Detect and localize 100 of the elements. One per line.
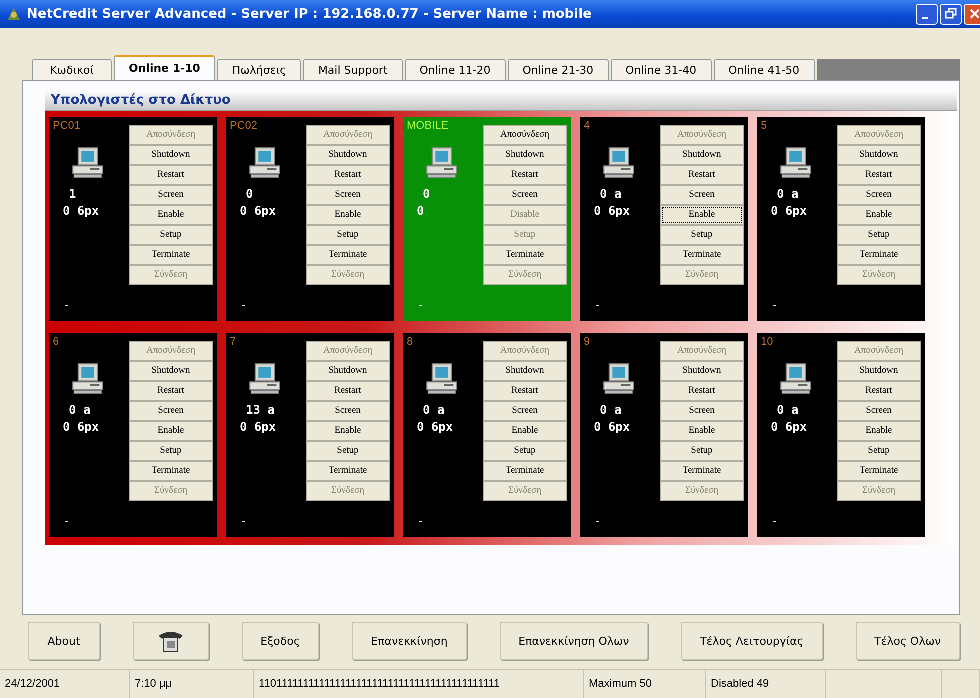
command-button[interactable]: Terminate — [483, 461, 567, 481]
usage-text: 0 6px — [770, 419, 808, 436]
command-button[interactable]: Screen — [483, 401, 567, 421]
tab[interactable]: Online 21-30 — [508, 59, 609, 80]
group-title: Υπολογιστές στο Δίκτυο — [45, 91, 957, 111]
tab[interactable]: Κωδικοί — [32, 59, 112, 80]
tab[interactable]: Πωλήσεις — [217, 59, 302, 80]
command-button[interactable]: Screen — [837, 401, 921, 421]
command-button[interactable]: Restart — [483, 381, 567, 401]
tab[interactable]: Mail Support — [303, 59, 403, 80]
command-button[interactable]: Setup — [129, 225, 213, 245]
command-button[interactable]: Setup — [129, 441, 213, 461]
usage-text: 0 a — [422, 402, 445, 419]
status-cell: 7:10 μμ — [130, 670, 254, 698]
maximize-button[interactable] — [940, 4, 962, 24]
phone-button[interactable] — [132, 622, 209, 660]
command-button[interactable]: Setup — [837, 225, 921, 245]
command-button[interactable]: Setup — [306, 225, 390, 245]
computer-name: 9 — [584, 336, 590, 348]
command-button[interactable]: Screen — [306, 185, 390, 205]
minimize-button[interactable] — [916, 4, 938, 24]
command-button[interactable]: Αποσύνδεση — [483, 125, 567, 145]
command-button[interactable]: Restart — [129, 381, 213, 401]
command-button[interactable]: Enable — [837, 205, 921, 225]
command-button[interactable]: Restart — [660, 381, 744, 401]
command-button[interactable]: Enable — [660, 421, 744, 441]
command-button[interactable]: Screen — [660, 401, 744, 421]
status-text: - — [65, 516, 69, 527]
command-button[interactable]: Enable — [306, 205, 390, 225]
command-button[interactable]: Shutdown — [483, 145, 567, 165]
computer-icon — [425, 362, 459, 396]
usage-text: 0 — [416, 203, 424, 220]
usage-text: 0 6px — [62, 419, 100, 436]
command-button[interactable]: Screen — [837, 185, 921, 205]
computer-icon — [602, 146, 636, 180]
command-button[interactable]: Terminate — [306, 245, 390, 265]
status-text: - — [773, 300, 777, 311]
command-button[interactable]: Shutdown — [483, 361, 567, 381]
command-button[interactable]: Terminate — [837, 461, 921, 481]
command-button[interactable]: Screen — [660, 185, 744, 205]
tab[interactable]: Online 11-20 — [404, 59, 506, 80]
command-button[interactable]: Shutdown — [837, 145, 921, 165]
command-button[interactable]: Restart — [306, 381, 390, 401]
command-button[interactable]: Setup — [660, 441, 744, 461]
command-button[interactable]: Restart — [129, 165, 213, 185]
command-button[interactable]: Shutdown — [306, 145, 390, 165]
command-button[interactable]: Terminate — [483, 245, 567, 265]
command-button[interactable]: Shutdown — [660, 145, 744, 165]
usage-text: 0 6px — [62, 203, 100, 220]
command-button[interactable]: Terminate — [129, 245, 213, 265]
command-button[interactable]: Enable — [306, 421, 390, 441]
command-button[interactable]: Terminate — [837, 245, 921, 265]
tab[interactable]: Online 41-50 — [714, 59, 815, 80]
command-button[interactable]: Setup — [837, 441, 921, 461]
action-button[interactable]: About — [28, 622, 100, 660]
usage-text: 0 — [422, 186, 430, 203]
action-button[interactable]: Τέλος Λειτουργίας — [681, 622, 823, 660]
command-button[interactable]: Setup — [483, 441, 567, 461]
command-button[interactable]: Shutdown — [129, 361, 213, 381]
command-button[interactable]: Screen — [483, 185, 567, 205]
command-button[interactable]: Restart — [837, 381, 921, 401]
computer-name: 8 — [407, 336, 414, 348]
restore-icon — [945, 8, 957, 20]
command-button[interactable]: Enable — [837, 421, 921, 441]
command-button[interactable]: Terminate — [306, 461, 390, 481]
command-button[interactable]: Enable — [129, 205, 213, 225]
command-button[interactable]: Terminate — [129, 461, 213, 481]
usage-text: 0 a — [599, 402, 622, 419]
computer-name: 6 — [53, 336, 60, 348]
command-button[interactable]: Restart — [660, 165, 744, 185]
command-button[interactable]: Enable — [483, 421, 567, 441]
close-button[interactable] — [964, 4, 980, 24]
command-button[interactable]: Terminate — [660, 245, 744, 265]
command-button[interactable]: Screen — [306, 401, 390, 421]
action-button[interactable]: Επανεκκίνηση — [352, 622, 467, 660]
command-button[interactable]: Setup — [306, 441, 390, 461]
command-button[interactable]: Shutdown — [660, 361, 744, 381]
usage-text: 0 6px — [239, 203, 276, 220]
status-text: - — [596, 516, 600, 527]
usage-text: 0 a — [776, 186, 799, 203]
command-button[interactable]: Shutdown — [837, 361, 921, 381]
status-text: - — [419, 300, 423, 311]
app-icon — [6, 6, 22, 22]
computer-icon — [425, 146, 459, 180]
command-button[interactable]: Restart — [483, 165, 567, 185]
command-button[interactable]: Terminate — [660, 461, 744, 481]
command-button[interactable]: Shutdown — [306, 361, 390, 381]
action-button[interactable]: Τέλος Ολων — [856, 622, 960, 660]
command-button[interactable]: Enable — [129, 421, 213, 441]
command-button[interactable]: Screen — [129, 185, 213, 205]
action-button[interactable]: Επανεκκίνηση Ολων — [500, 622, 648, 660]
action-button[interactable]: Εξοδος — [242, 622, 320, 660]
command-button[interactable]: Setup — [660, 225, 744, 245]
tab[interactable]: Online 31-40 — [610, 59, 712, 80]
command-button[interactable]: Shutdown — [129, 145, 213, 165]
tab[interactable]: Online 1-10 — [114, 55, 216, 80]
command-button[interactable]: Screen — [129, 401, 213, 421]
command-button[interactable]: Restart — [306, 165, 390, 185]
command-button[interactable]: Restart — [837, 165, 921, 185]
command-button[interactable]: Enable — [660, 205, 744, 225]
